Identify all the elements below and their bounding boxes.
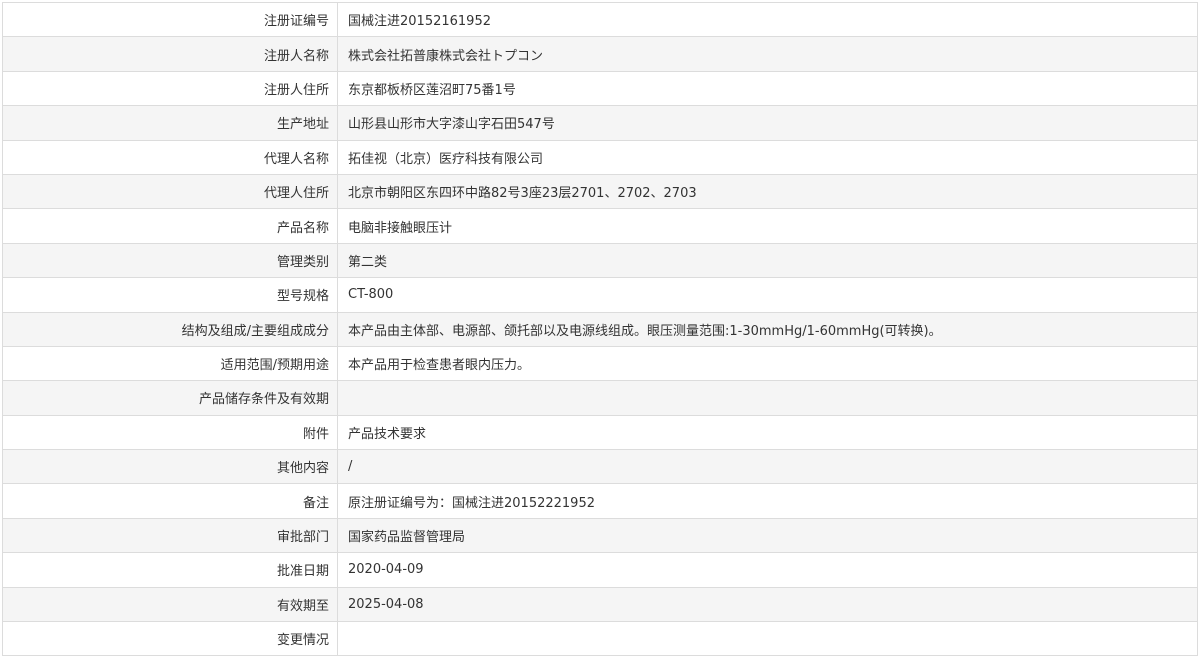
field-label: 管理类别 — [2, 242, 338, 279]
row-agent-address: 代理人住所 北京市朝阳区东四环中路82号3座23层2701、2702、2703 — [2, 173, 1198, 210]
field-label: 注册证编号 — [2, 1, 338, 38]
field-label: 注册人住所 — [2, 70, 338, 107]
row-product-name: 产品名称 电脑非接触眼压计 — [2, 208, 1198, 244]
field-value: 第二类 — [337, 242, 1198, 279]
field-label: 代理人住所 — [2, 173, 338, 210]
field-value: 本产品由主体部、电源部、颌托部以及电源线组成。眼压测量范围:1-30mmHg/1… — [337, 311, 1198, 347]
field-label: 其他内容 — [2, 449, 338, 485]
row-structure-composition: 结构及组成/主要组成成分 本产品由主体部、电源部、颌托部以及电源线组成。眼压测量… — [2, 311, 1198, 347]
field-label: 注册人名称 — [2, 36, 338, 72]
row-registrant-name: 注册人名称 株式会社拓普康株式会社トプコン — [2, 36, 1198, 72]
field-label: 结构及组成/主要组成成分 — [2, 311, 338, 347]
row-management-category: 管理类别 第二类 — [2, 242, 1198, 279]
registration-detail-table: 注册证编号 国械注进20152161952 注册人名称 株式会社拓普康株式会社ト… — [2, 1, 1198, 657]
field-label: 变更情况 — [2, 621, 338, 657]
field-label: 代理人名称 — [2, 139, 338, 175]
row-production-address: 生产地址 山形县山形市大字漆山字石田547号 — [2, 105, 1198, 141]
field-value: 山形县山形市大字漆山字石田547号 — [337, 105, 1198, 141]
field-value: 产品技术要求 — [337, 414, 1198, 451]
row-change-history: 变更情况 — [2, 621, 1198, 657]
row-storage-validity: 产品储存条件及有效期 — [2, 380, 1198, 416]
field-label: 审批部门 — [2, 517, 338, 554]
field-value: 东京都板桥区莲沼町75番1号 — [337, 70, 1198, 107]
row-approval-department: 审批部门 国家药品监督管理局 — [2, 517, 1198, 554]
field-label: 型号规格 — [2, 277, 338, 313]
field-label: 适用范围/预期用途 — [2, 345, 338, 382]
field-value — [337, 621, 1198, 657]
row-intended-use: 适用范围/预期用途 本产品用于检查患者眼内压力。 — [2, 345, 1198, 382]
field-value: 北京市朝阳区东四环中路82号3座23层2701、2702、2703 — [337, 173, 1198, 210]
row-registration-number: 注册证编号 国械注进20152161952 — [2, 1, 1198, 38]
field-label: 产品名称 — [2, 208, 338, 244]
field-value: 2020-04-09 — [337, 552, 1198, 588]
row-approval-date: 批准日期 2020-04-09 — [2, 552, 1198, 588]
field-value: / — [337, 449, 1198, 485]
row-other-content: 其他内容 / — [2, 449, 1198, 485]
field-label: 批准日期 — [2, 552, 338, 588]
field-value: CT-800 — [337, 277, 1198, 313]
field-value: 拓佳视（北京）医疗科技有限公司 — [337, 139, 1198, 175]
field-value: 国械注进20152161952 — [337, 1, 1198, 38]
row-agent-name: 代理人名称 拓佳视（北京）医疗科技有限公司 — [2, 139, 1198, 175]
field-label: 备注 — [2, 483, 338, 519]
row-model-spec: 型号规格 CT-800 — [2, 277, 1198, 313]
field-value — [337, 380, 1198, 416]
field-value: 电脑非接触眼压计 — [337, 208, 1198, 244]
row-registrant-address: 注册人住所 东京都板桥区莲沼町75番1号 — [2, 70, 1198, 107]
field-label: 附件 — [2, 414, 338, 451]
row-attachment: 附件 产品技术要求 — [2, 414, 1198, 451]
row-valid-until: 有效期至 2025-04-08 — [2, 586, 1198, 623]
field-label: 有效期至 — [2, 586, 338, 623]
field-value: 2025-04-08 — [337, 586, 1198, 623]
row-remarks: 备注 原注册证编号为：国械注进20152221952 — [2, 483, 1198, 519]
field-label: 生产地址 — [2, 105, 338, 141]
field-value: 国家药品监督管理局 — [337, 517, 1198, 554]
field-label: 产品储存条件及有效期 — [2, 380, 338, 416]
field-value: 本产品用于检查患者眼内压力。 — [337, 345, 1198, 382]
field-value: 株式会社拓普康株式会社トプコン — [337, 36, 1198, 72]
field-value: 原注册证编号为：国械注进20152221952 — [337, 483, 1198, 519]
